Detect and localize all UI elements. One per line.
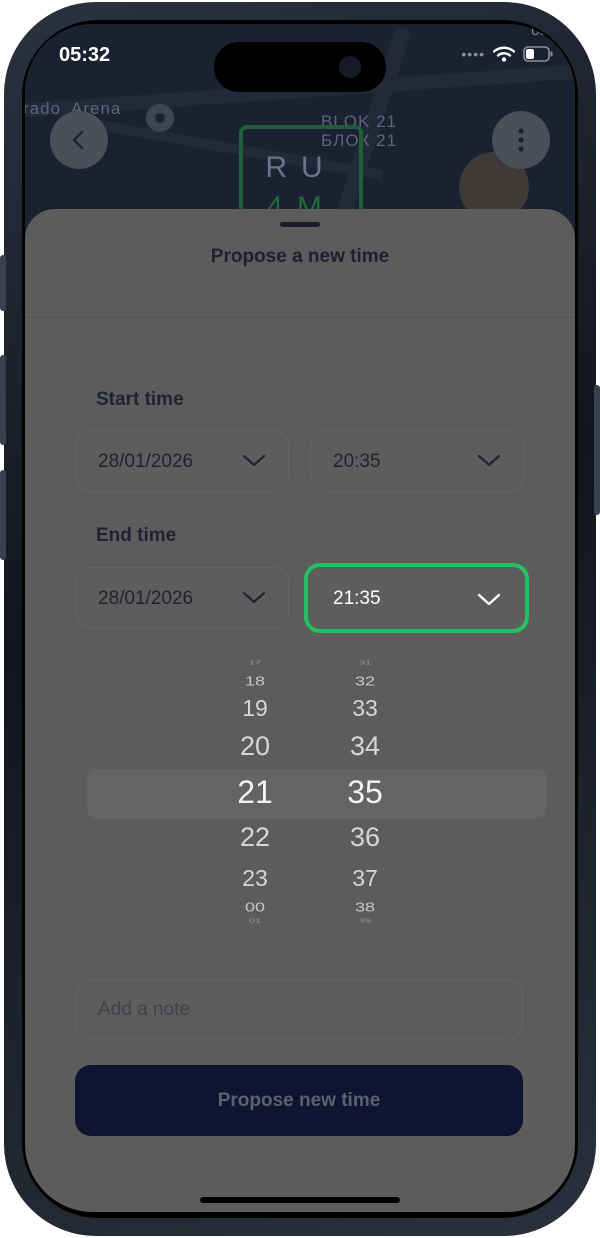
divider [25,317,575,318]
sheet-grabber[interactable] [280,222,320,227]
wifi-icon [493,46,515,62]
sheet-title: Propose a new time [210,246,390,267]
picker-item[interactable]: 01 [220,918,290,924]
map-label: rado [25,99,62,118]
picker-item[interactable]: 19 [220,695,290,722]
picker-item[interactable]: 38 [330,900,400,915]
home-indicator[interactable] [200,1197,400,1203]
more-options-button[interactable] [492,111,550,169]
signal-icon: •••• [461,46,485,62]
start-time-value: 20:35 [333,451,381,472]
start-time-label: Start time [96,389,184,410]
end-time-dropdown[interactable]: 21:35 [304,563,529,633]
picker-item[interactable]: 23 [220,865,290,892]
propose-time-sheet: Propose a new time Start time 28/01/2026… [25,209,575,1212]
propose-new-time-button[interactable]: Propose new time [75,1065,523,1136]
picker-item[interactable]: 31 [330,660,400,666]
note-input[interactable]: Add a note [75,979,523,1039]
chevron-down-icon [477,454,501,467]
note-placeholder: Add a note [98,999,190,1020]
action-button [0,255,6,311]
picker-item-selected[interactable]: 35 [330,774,400,811]
picker-item[interactable]: 34 [330,731,400,762]
picker-item[interactable]: 20 [220,731,290,762]
end-date-value: 28/01/2026 [98,588,194,609]
picker-item-selected[interactable]: 21 [220,774,290,811]
status-icons: •••• [461,46,553,62]
power-button [594,385,600,515]
picker-item[interactable]: 00 [220,900,290,915]
start-date-dropdown[interactable]: 28/01/2026 [75,430,289,492]
picker-selection-band [87,769,547,819]
picker-item[interactable]: 37 [330,865,400,892]
status-time: 05:32 [59,44,111,66]
picker-item[interactable]: 17 [220,660,290,666]
start-date-value: 28/01/2026 [98,451,194,472]
chevron-down-icon [242,454,266,467]
battery-icon [523,46,553,62]
picker-item[interactable]: 33 [330,695,400,722]
picker-item[interactable]: 22 [220,822,290,853]
chevron-left-icon [72,130,84,150]
chevron-down-icon [242,591,266,604]
picker-item[interactable]: 36 [330,822,400,853]
more-vertical-icon [518,128,524,152]
carrier-label: USO [530,24,557,38]
phone-screen: rado Arena BLOK 21 БЛОК 21 RU 4M 05:32 •… [25,24,575,1212]
chevron-down-icon [477,593,501,606]
end-time-label: End time [96,525,177,546]
picker-item[interactable]: 32 [330,674,400,689]
dynamic-island [214,42,386,92]
camera-icon [339,56,361,78]
volume-up-button [0,355,6,445]
start-time-dropdown[interactable]: 20:35 [310,430,524,492]
back-button[interactable] [50,111,108,169]
map-pin-icon [146,104,174,132]
picker-item[interactable]: 39 [330,918,400,924]
volume-down-button [0,470,6,560]
picker-item[interactable]: 18 [220,674,290,689]
end-time-value: 21:35 [333,588,381,609]
end-date-dropdown[interactable]: 28/01/2026 [75,567,289,629]
